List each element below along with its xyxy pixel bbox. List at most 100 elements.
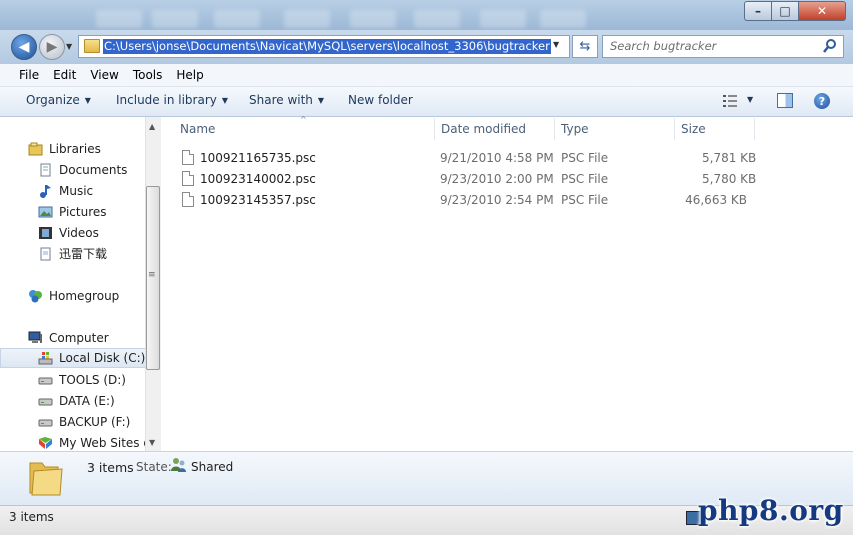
share-with-button[interactable]: Share with ▼	[249, 93, 324, 107]
chevron-down-icon: ▼	[221, 96, 229, 105]
libraries-icon	[28, 142, 43, 156]
file-name: 100923145357.psc	[200, 193, 316, 207]
refresh-icon: ⇆	[579, 39, 591, 54]
nav-item-videos[interactable]: Videos	[0, 223, 146, 243]
arrow-left-icon: ◀	[18, 39, 30, 55]
column-divider[interactable]	[434, 118, 435, 140]
menu-view[interactable]: View	[83, 64, 125, 86]
nav-label: Libraries	[49, 142, 101, 156]
file-type: PSC File	[561, 172, 609, 186]
nav-label: Videos	[59, 226, 99, 240]
organize-button[interactable]: Organize ▼	[26, 93, 91, 107]
library-folder-icon	[40, 247, 51, 261]
column-header-size[interactable]: Size	[681, 122, 706, 136]
address-path[interactable]: C:\Users\jonse\Documents\Navicat\MySQL\s…	[103, 39, 551, 54]
shared-users-icon	[171, 458, 186, 472]
nav-item-documents[interactable]: Documents	[0, 160, 146, 180]
forward-button[interactable]: ▶	[39, 34, 65, 60]
column-header-type[interactable]: Type	[561, 122, 589, 136]
maximize-button[interactable]: □	[771, 1, 799, 21]
file-name: 100921165735.psc	[200, 151, 316, 165]
menu-file[interactable]: File	[12, 64, 46, 86]
state-value: Shared	[191, 460, 234, 474]
menu-bar: File Edit View Tools Help	[0, 64, 853, 87]
nav-label: Pictures	[59, 205, 107, 219]
scroll-down-icon[interactable]: ▼	[149, 438, 155, 447]
nav-item-backup-drive[interactable]: BACKUP (F:)	[0, 412, 146, 432]
file-date: 9/23/2010 2:54 PM	[440, 193, 554, 207]
nav-item-pictures[interactable]: Pictures	[0, 202, 146, 222]
web-sites-icon	[39, 437, 52, 449]
nav-item-homegroup[interactable]: Homegroup	[0, 286, 146, 306]
nav-label: 迅雷下载	[59, 247, 108, 261]
nav-item-data-drive[interactable]: DATA (E:)	[0, 391, 146, 411]
share-label: Share with	[249, 93, 313, 107]
file-date: 9/21/2010 4:58 PM	[440, 151, 554, 165]
scroll-up-icon[interactable]: ▲	[149, 122, 155, 131]
file-type: PSC File	[561, 151, 609, 165]
file-icon	[182, 192, 194, 207]
windows-drive-icon	[38, 352, 53, 365]
file-date: 9/23/2010 2:00 PM	[440, 172, 554, 186]
music-icon	[40, 185, 51, 198]
chevron-down-icon: ▼	[84, 96, 91, 105]
menu-help[interactable]: Help	[169, 64, 210, 86]
drive-icon	[38, 398, 53, 406]
column-header-date[interactable]: Date modified	[441, 122, 526, 136]
drive-icon	[38, 377, 53, 385]
close-button[interactable]: ✕	[798, 1, 846, 21]
nav-label: BACKUP (F:)	[59, 415, 131, 429]
recent-pages-dropdown[interactable]: ▼	[66, 42, 72, 51]
column-header-name[interactable]: Name	[180, 122, 215, 136]
menu-tools[interactable]: Tools	[126, 64, 170, 86]
search-icon[interactable]	[822, 38, 838, 54]
nav-label: DATA (E:)	[59, 394, 115, 408]
nav-item-tools-drive[interactable]: TOOLS (D:)	[0, 370, 146, 390]
documents-icon	[40, 163, 51, 177]
help-icon[interactable]: ?	[814, 93, 830, 109]
state-label: State:	[136, 460, 172, 474]
nav-item-libraries[interactable]: Libraries	[0, 139, 146, 159]
include-in-library-button[interactable]: Include in library ▼	[116, 93, 228, 107]
file-type: PSC File	[561, 193, 609, 207]
nav-item-web-sites[interactable]: My Web Sites on	[0, 433, 146, 453]
new-folder-button[interactable]: New folder	[348, 93, 413, 107]
watermark-text: php8.org	[698, 494, 844, 527]
nav-item-music[interactable]: Music	[0, 181, 146, 201]
file-name: 100923140002.psc	[200, 172, 316, 186]
computer-icon	[28, 331, 42, 343]
views-dropdown[interactable]: ▼	[747, 95, 753, 104]
include-label: Include in library	[116, 93, 217, 107]
file-size: 5,780 KB	[702, 172, 757, 186]
column-divider[interactable]	[554, 118, 555, 140]
menu-edit[interactable]: Edit	[46, 64, 83, 86]
folder-icon	[29, 462, 63, 496]
minimize-button[interactable]: –	[744, 1, 772, 21]
nav-label: Local Disk (C:)	[59, 351, 146, 365]
file-size: 46,663 KB	[685, 193, 747, 207]
grip-icon: ≡	[148, 270, 156, 280]
views-icon[interactable]	[722, 94, 738, 108]
title-bar	[0, 0, 853, 30]
nav-item-computer[interactable]: Computer	[0, 328, 146, 348]
refresh-button[interactable]: ⇆	[572, 35, 598, 58]
preview-pane-icon[interactable]	[777, 93, 793, 108]
nav-item-local-disk[interactable]: Local Disk (C:)	[0, 348, 146, 368]
nav-item-downloads[interactable]: 迅雷下载	[0, 244, 146, 264]
pictures-icon	[38, 206, 53, 218]
chevron-down-icon: ▼	[317, 96, 325, 105]
nav-label: My Web Sites on	[59, 436, 146, 450]
drive-icon	[38, 419, 53, 427]
file-size: 5,781 KB	[702, 151, 757, 165]
column-divider[interactable]	[674, 118, 675, 140]
nav-label: Homegroup	[49, 289, 120, 303]
nav-label: Computer	[49, 331, 109, 345]
nav-label: TOOLS (D:)	[59, 373, 126, 387]
folder-icon	[84, 39, 100, 53]
address-dropdown[interactable]: ▼	[553, 40, 559, 49]
column-divider[interactable]	[754, 118, 755, 140]
sort-ascending-icon: ^	[300, 115, 307, 124]
nav-label: Documents	[59, 163, 128, 177]
file-icon	[182, 150, 194, 165]
back-button[interactable]: ◀	[11, 34, 37, 60]
